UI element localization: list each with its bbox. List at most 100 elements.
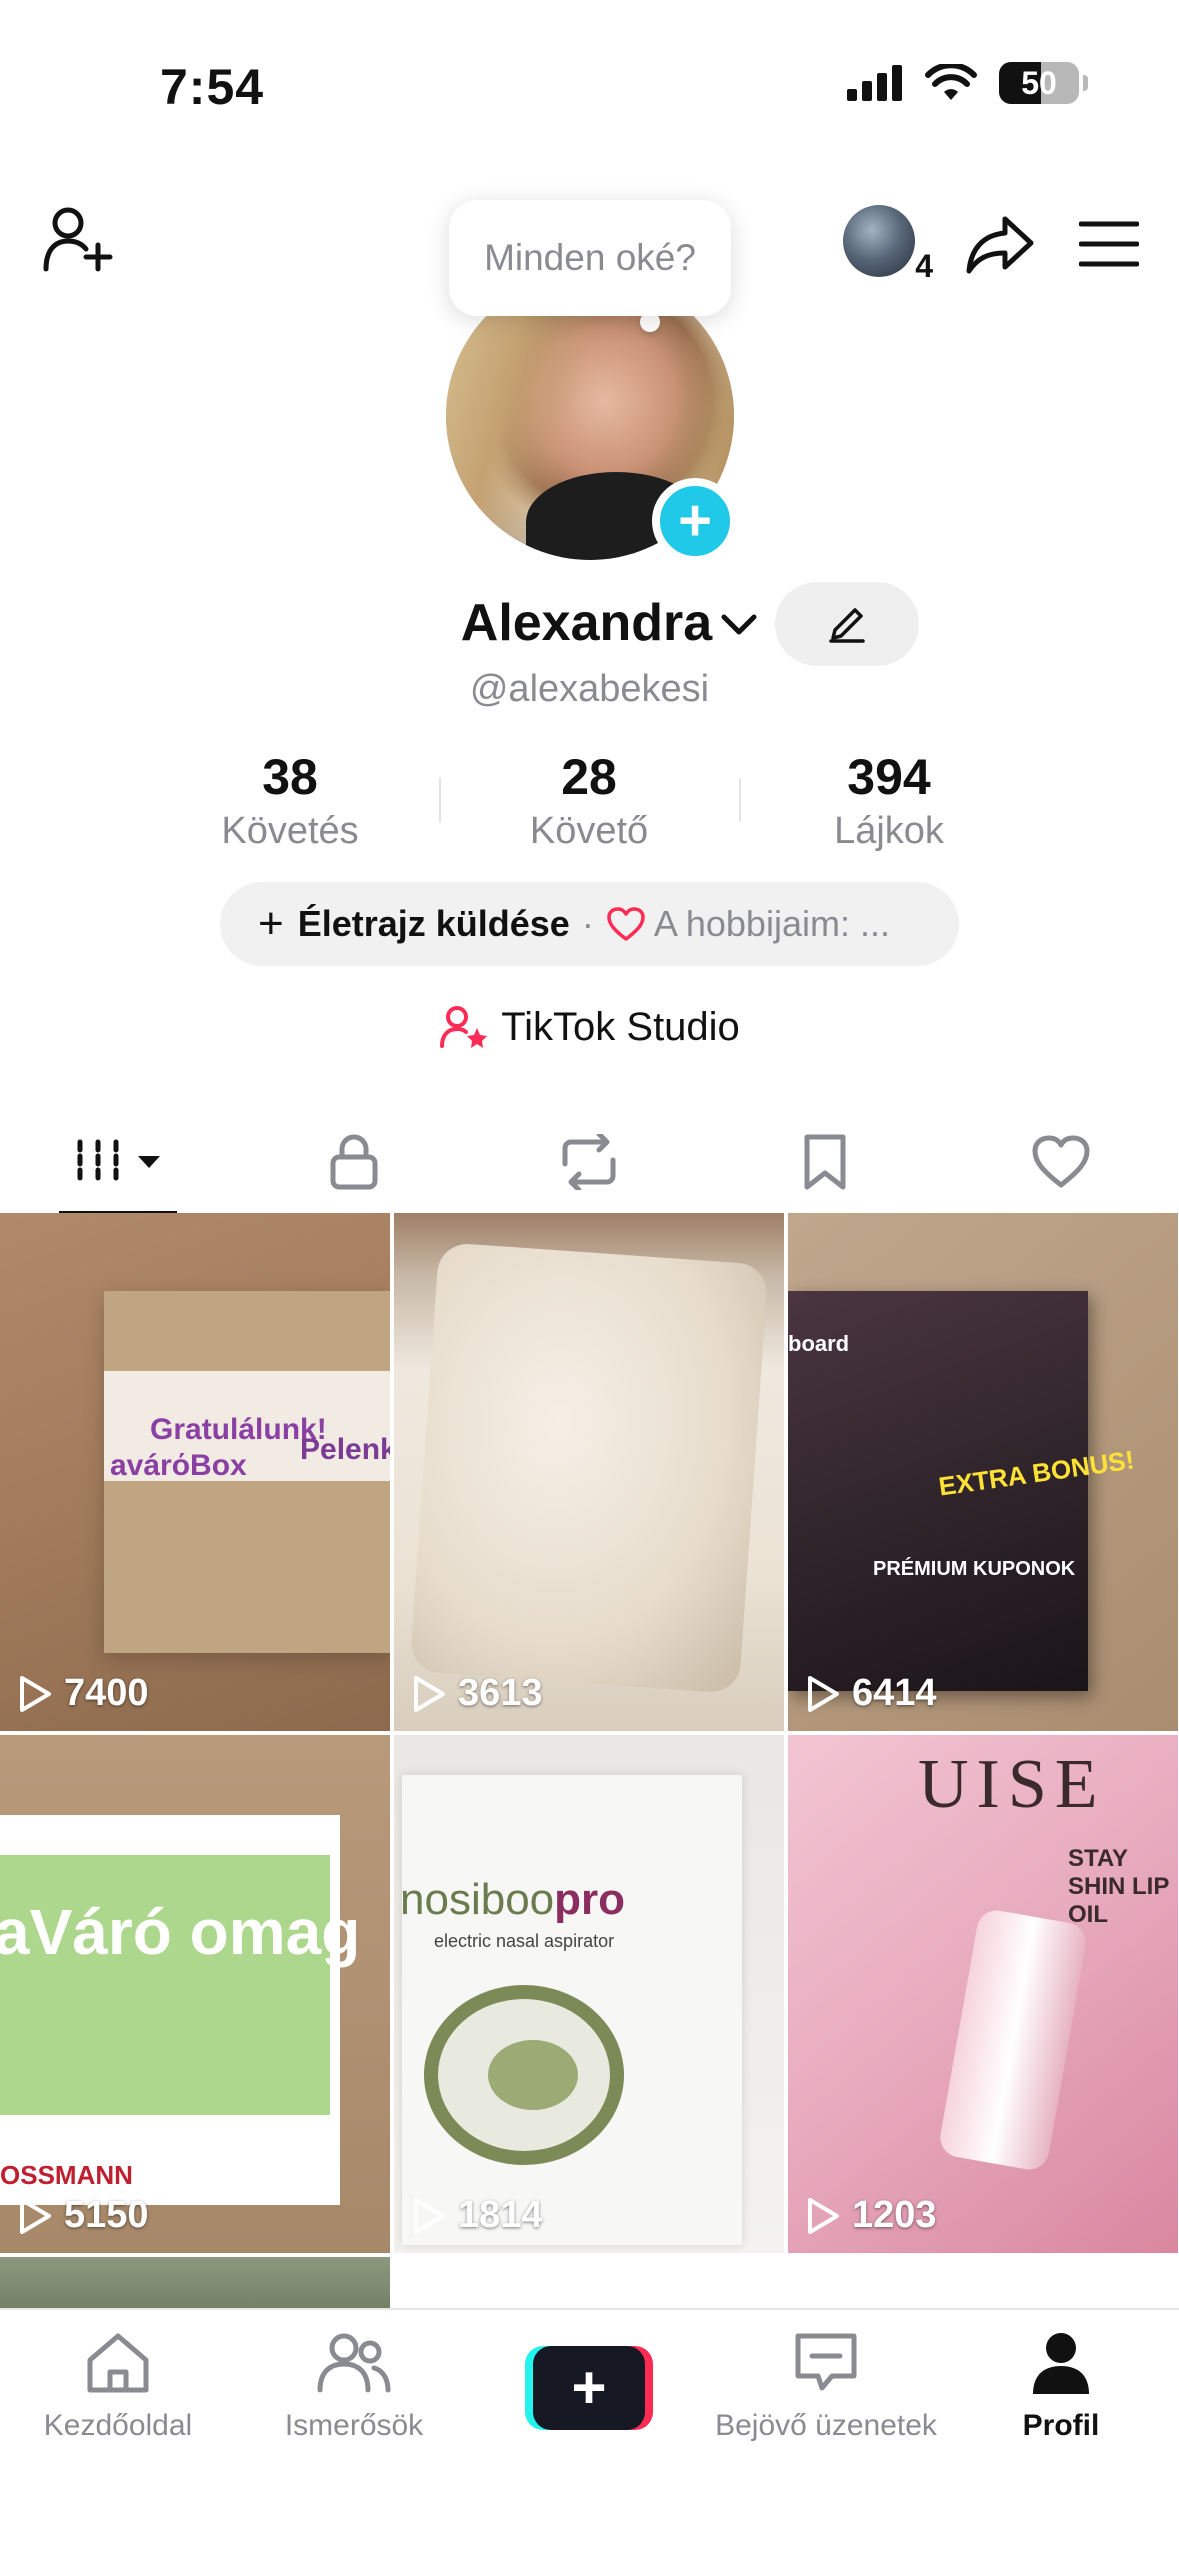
creator-icon	[440, 1006, 488, 1048]
add-friend-button[interactable]	[42, 205, 114, 278]
battery-icon: 50	[999, 62, 1088, 104]
nav-friends-label: Ismerősök	[284, 2409, 424, 2442]
battery-percent: 50	[1021, 64, 1057, 101]
following-count: 38	[262, 749, 318, 805]
likes-count: 394	[847, 749, 931, 805]
followers-label: Követő	[529, 810, 649, 852]
caret-down-icon	[137, 1156, 160, 1168]
video-thumbnail[interactable]: 3613	[394, 1213, 784, 1731]
thumb-text: avárόBox	[110, 1449, 247, 1482]
profile-name: Alexandra	[460, 594, 713, 652]
menu-icon[interactable]	[1079, 220, 1139, 268]
nav-profile[interactable]: Profil	[943, 2330, 1179, 2443]
profile-icon	[1033, 2333, 1089, 2394]
play-icon	[808, 2197, 839, 2234]
video-thumbnail[interactable]: Gratulálunk! avárόBox Pelenk 7400	[0, 1213, 390, 1731]
thumb-text: UISE	[918, 1746, 1106, 1823]
heart-icon	[1032, 1135, 1090, 1188]
play-icon	[20, 1675, 51, 1712]
thumb-text: PRÉMIUM KUPONOK	[873, 1558, 1076, 1580]
profile-stats: 38 Követés 28 Követő 394 Lájkok	[0, 748, 1179, 858]
tab-favorites[interactable]	[707, 1110, 943, 1214]
tab-reposts[interactable]	[472, 1110, 708, 1214]
edit-profile-button[interactable]	[775, 582, 919, 666]
view-count-value: 1814	[458, 2194, 543, 2236]
chevron-down-icon	[721, 614, 757, 635]
cellular-signal-icon	[847, 65, 902, 101]
tab-liked[interactable]	[943, 1110, 1179, 1214]
nav-friends[interactable]: Ismerősök	[236, 2330, 472, 2443]
status-time: 7:54	[160, 59, 265, 115]
heart-outline-icon	[607, 907, 645, 941]
divider	[439, 778, 441, 822]
play-icon	[20, 2197, 51, 2234]
view-count: 6414	[806, 1672, 937, 1715]
pencil-icon	[829, 608, 865, 643]
share-icon[interactable]	[965, 213, 1035, 275]
play-icon	[808, 1675, 839, 1712]
nav-home[interactable]: Kezdőoldal	[0, 2330, 236, 2443]
view-count: 1814	[412, 2194, 543, 2237]
create-button[interactable]: +	[525, 2346, 653, 2430]
video-thumbnail[interactable]: aVáró omag OSSMANN 5150	[0, 1735, 390, 2253]
following-stat[interactable]: 38 Követés	[160, 748, 420, 853]
status-indicators: 50	[847, 62, 1088, 104]
account-badge-count: 4	[913, 248, 935, 285]
nav-inbox-label: Bejövő üzenetek	[715, 2409, 937, 2442]
thumb-text: pro	[554, 1875, 626, 1924]
tab-private[interactable]	[236, 1110, 472, 1214]
friends-icon	[317, 2333, 391, 2393]
repost-icon	[562, 1134, 616, 1190]
tab-videos[interactable]	[0, 1110, 236, 1216]
lock-icon	[330, 1134, 378, 1190]
thumb-text: aVáró omag	[0, 1896, 361, 1968]
thumb-text: electric nasal aspirator	[434, 1931, 615, 1951]
thumb-text: nosiboo	[400, 1875, 555, 1924]
following-label: Követés	[221, 810, 359, 852]
account-switcher-button[interactable]: 4	[843, 205, 935, 285]
home-icon	[87, 2333, 149, 2393]
play-icon	[414, 2197, 445, 2234]
add-story-button[interactable]: +	[652, 478, 738, 564]
plus-icon: +	[258, 899, 284, 948]
view-count: 5150	[18, 2194, 149, 2237]
status-bubble[interactable]: Minden oké?	[449, 200, 731, 316]
view-count-value: 7400	[64, 1672, 149, 1714]
play-icon	[414, 1675, 445, 1712]
view-count-value: 3613	[458, 1672, 543, 1714]
nav-inbox[interactable]: Bejövő üzenetek	[708, 2330, 944, 2443]
name-row[interactable]: Alexandra	[0, 593, 1179, 653]
inbox-icon	[795, 2333, 857, 2391]
mini-avatar	[843, 205, 915, 277]
bookmark-icon	[804, 1134, 846, 1190]
view-count: 3613	[412, 1672, 543, 1715]
view-count-value: 6414	[852, 1672, 937, 1714]
video-thumbnail[interactable]: board EXTRA BONUS! PRÉMIUM KUPONOK 6414	[788, 1213, 1178, 1731]
wifi-icon	[925, 64, 977, 100]
bottom-nav: Kezdőoldal Ismerősök + Bejövő üzenetek P…	[0, 2308, 1179, 2556]
view-count-value: 5150	[64, 2194, 149, 2236]
followers-stat[interactable]: 28 Követő	[459, 748, 719, 853]
divider	[739, 778, 741, 822]
video-thumbnail[interactable]: nosiboopro electric nasal aspirator 1814	[394, 1735, 784, 2253]
bio-separator: ·	[581, 903, 594, 944]
nav-home-label: Kezdőoldal	[43, 2409, 193, 2442]
plus-icon: +	[533, 2346, 645, 2430]
add-bio-label: Életrajz küldése	[297, 903, 570, 944]
view-count: 1203	[806, 2194, 937, 2237]
hobby-text: A hobbijaim: ...	[653, 903, 890, 944]
tiktok-studio-link[interactable]: TikTok Studio	[0, 1004, 1179, 1050]
view-count-value: 1203	[852, 2194, 937, 2236]
followers-count: 28	[561, 749, 617, 805]
bio-pill[interactable]: + Életrajz küldése · A hobbijaim: ...	[220, 882, 959, 966]
profile-username: @alexabekesi	[469, 668, 710, 710]
video-thumbnail[interactable]: UISE STAY SHIN LIP OIL 1203	[788, 1735, 1178, 2253]
thumb-text: board	[788, 1331, 850, 1356]
thumb-text: OSSMANN	[0, 2160, 133, 2190]
grid-icon	[77, 1139, 119, 1185]
likes-label: Lájkok	[834, 810, 944, 852]
likes-stat[interactable]: 394 Lájkok	[759, 748, 1019, 853]
thumb-text: STAY SHIN LIP OIL	[1068, 1845, 1169, 1928]
nav-profile-label: Profil	[1022, 2409, 1100, 2442]
view-count: 7400	[18, 1672, 149, 1715]
